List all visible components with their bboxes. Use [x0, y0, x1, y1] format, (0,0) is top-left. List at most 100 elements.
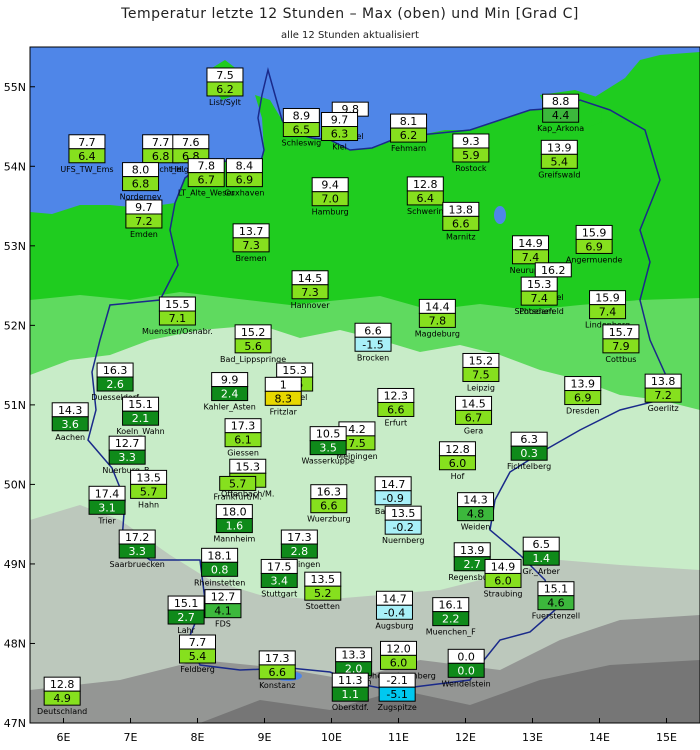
station-name: Kiel [332, 143, 347, 152]
station-name: Muenster/Osnabr. [142, 327, 213, 336]
max-temp-value: 16.3 [317, 486, 342, 499]
max-temp-value: 10.5 [316, 428, 341, 441]
min-temp-value: 6.0 [390, 656, 408, 669]
station-marker[interactable]: Potsdam [519, 307, 554, 316]
temperature-map: 6E 7E 8E 9E 10E 11E 12E 13E 14E 15E 55N 54N 53N 52N 51… [4, 46, 700, 744]
station-marker[interactable]: 12.86.4 Schwerin [406, 176, 444, 216]
station-name: Bad_Lippspringe [220, 355, 286, 364]
max-temp-value: 16.3 [103, 364, 128, 377]
station-marker[interactable]: 16.32.6Duesseldorf [91, 362, 139, 402]
station-name: Fehmarn [391, 144, 426, 153]
station-marker[interactable]: 15.77.9 Cottbus [602, 324, 640, 364]
station-marker[interactable]: 16.12.2 Muenchen_F [426, 597, 476, 637]
station-name: Nuernberg [382, 536, 424, 545]
min-temp-value: 0.3 [520, 447, 538, 460]
station-marker[interactable]: 12.84.9 Deutschland [37, 676, 87, 716]
max-temp-value: 9.3 [462, 135, 480, 148]
lon-tick-label: 11E [388, 731, 409, 744]
station-marker[interactable]: 13.95.4 Greifswald [538, 139, 580, 179]
station-marker[interactable]: 9.77.2 Emden [125, 199, 163, 239]
max-temp-value: 7.7 [189, 636, 207, 649]
station-marker[interactable]: 17.53.4 Stuttgart [260, 558, 298, 598]
max-temp-value: 13.3 [341, 649, 366, 662]
station-marker[interactable]: 13.96.9 Dresden [564, 376, 602, 416]
max-temp-value: 15.5 [165, 298, 190, 311]
station-marker[interactable]: 17.36.1 Giessen [224, 418, 262, 458]
station-marker[interactable]: 12.73.3Nuerburg_B. [102, 435, 152, 475]
station-marker[interactable]: -2.1-5.1 Zugspitze [377, 672, 417, 712]
station-marker[interactable]: 8.16.2 Fehmarn [390, 113, 428, 153]
station-marker[interactable]: 7.75.4 Feldberg [179, 634, 216, 674]
max-temp-value: 16.1 [439, 599, 464, 612]
station-marker[interactable]: 6.51.4 Gr._Arber [523, 536, 561, 576]
station-marker[interactable]: 13.86.6 Marnitz [442, 201, 480, 241]
station-marker[interactable]: 15.97.4Lindenberg [585, 290, 630, 330]
min-temp-value: -1.5 [362, 338, 383, 351]
station-name: Koeln_Wahn [116, 427, 164, 436]
station-marker[interactable]: 6.30.3 Fichtelberg [507, 431, 551, 471]
station-marker[interactable]: 9.92.4 Kahler_Asten [204, 372, 256, 412]
station-marker[interactable]: 5.7 Frankfurt/M. [214, 475, 262, 501]
station-name: Feldberg [180, 665, 215, 674]
station-marker[interactable]: 13.87.2 Goerlitz [644, 373, 682, 413]
max-temp-value: 8.0 [132, 164, 150, 177]
min-temp-value: 6.2 [400, 129, 418, 142]
station-marker[interactable]: 18.3 Fritzlar [264, 376, 302, 416]
min-temp-value: 1.4 [532, 552, 550, 565]
station-name: Saarbruecken [110, 560, 165, 569]
station-marker[interactable]: 8.06.8Norderney [120, 162, 162, 202]
max-temp-value: 1 [280, 378, 287, 391]
min-temp-value: 6.8 [132, 178, 150, 191]
station-marker[interactable]: 18.10.8 Rheinstetten [194, 547, 245, 587]
min-temp-value: 6.7 [465, 411, 483, 424]
station-marker[interactable]: 6.6-1.5 Brocken [354, 322, 392, 362]
min-temp-value: 6.8 [152, 150, 170, 163]
station-marker[interactable]: 14.57.3 Hannover [291, 270, 331, 310]
station-name: Leipzig [467, 383, 495, 392]
station-name: Stoetten [306, 602, 340, 611]
max-temp-value: 15.3 [236, 460, 261, 473]
station-marker[interactable]: 14.7-0.4 Augsburg [375, 590, 414, 630]
min-temp-value: 6.0 [449, 457, 467, 470]
max-temp-value: 9.4 [321, 179, 339, 192]
station-marker[interactable]: 7.56.2 List/Sylt [206, 67, 244, 107]
station-marker[interactable]: 8.84.4 Kap_Arkona [537, 93, 584, 133]
station-name: Kahler_Asten [204, 403, 256, 412]
min-temp-value: 6.0 [494, 574, 512, 587]
station-marker[interactable]: 14.96.0 Straubing [484, 558, 523, 598]
max-temp-value: 15.9 [595, 292, 620, 305]
max-temp-value: 6.6 [364, 324, 382, 337]
min-temp-value: 7.2 [654, 389, 672, 402]
station-name: Hannover [291, 301, 331, 310]
station-marker[interactable]: 13.55.2 Stoetten [304, 571, 342, 611]
station-marker[interactable]: 9.35.9 Rostock [452, 133, 490, 173]
station-name: Trier [97, 516, 116, 525]
min-temp-value: 6.6 [268, 666, 286, 679]
min-temp-value: 7.4 [599, 306, 617, 319]
station-marker[interactable]: 13.77.3 Bremen [232, 223, 270, 263]
min-temp-value: 2.7 [463, 558, 481, 571]
station-name: Frankfurt/M. [214, 492, 262, 501]
station-marker[interactable]: 9.47.0 Hamburg [312, 177, 349, 217]
station-marker[interactable]: 15.12.1 Koeln_Wahn [116, 396, 165, 436]
station-marker[interactable]: 14.33.6 Aachen [51, 402, 89, 442]
station-name: Augsburg [375, 621, 413, 630]
station-marker[interactable]: 13.5-0.2 Nuernberg [382, 505, 424, 545]
station-marker[interactable]: 18.01.6 Mannheim [213, 504, 256, 544]
station-marker[interactable]: 11.31.1 Oberstdf. [331, 672, 369, 712]
station-name: List/Sylt [209, 98, 241, 107]
station-marker[interactable]: 15.27.5 Leipzig [462, 352, 500, 392]
max-temp-value: 18.0 [222, 506, 247, 519]
station-marker[interactable]: 0.00.0 Wendelstein [442, 648, 491, 688]
station-name: Erfurt [384, 418, 407, 427]
min-temp-value: 3.4 [270, 574, 288, 587]
station-marker[interactable]: 14.47.8 Magdeburg [415, 298, 460, 338]
station-marker[interactable]: 8.96.5 Schleswig [281, 108, 321, 148]
station-marker[interactable]: 16.36.6 Wuerzburg [307, 484, 351, 524]
station-marker[interactable]: 15.14.6 Fuerstenzell [532, 581, 580, 621]
station-name: Marnitz [446, 232, 476, 241]
max-temp-value: 14.3 [463, 494, 488, 507]
min-temp-value: 6.9 [574, 392, 592, 405]
station-marker[interactable]: 14.34.8 Weiden [457, 492, 495, 532]
station-marker[interactable]: 17.36.6 Konstanz [258, 650, 296, 690]
